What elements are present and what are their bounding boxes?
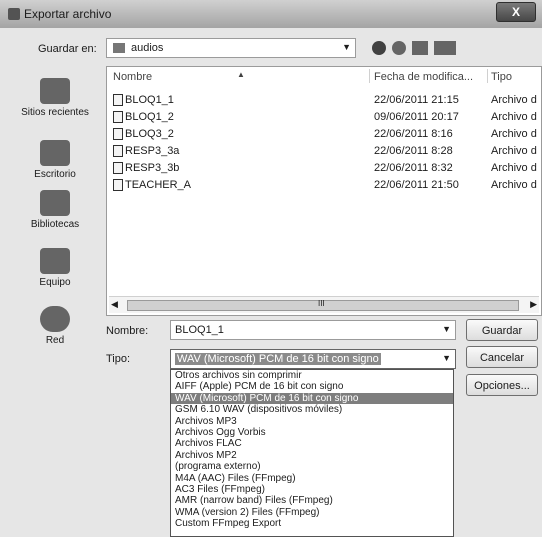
folder-icon: [113, 43, 125, 53]
scroll-thumb[interactable]: III: [127, 299, 519, 311]
chevron-down-icon[interactable]: ▼: [442, 353, 451, 363]
filetype-dropdown-list[interactable]: Otros archivos sin comprimir AIFF (Apple…: [170, 369, 454, 537]
network-icon: [40, 306, 70, 332]
filetype-option[interactable]: Otros archivos sin comprimir: [171, 370, 453, 381]
place-network[interactable]: Red: [6, 306, 104, 346]
file-type: Archivo d: [491, 145, 537, 157]
file-type: Archivo d: [491, 111, 537, 123]
chevron-down-icon: ▼: [342, 42, 351, 52]
filetype-option[interactable]: M4A (AAC) Files (FFmpeg): [171, 473, 453, 484]
audio-file-icon: [113, 128, 123, 140]
desktop-icon: [40, 140, 70, 166]
save-in-dropdown[interactable]: audios ▼: [106, 38, 356, 58]
file-row[interactable]: BLOQ1_2 09/06/2011 20:17 Archivo d: [107, 110, 541, 125]
column-name-label: Nombre: [113, 71, 153, 83]
file-list[interactable]: Nombre ▲ Fecha de modifica... Tipo BLOQ1…: [106, 66, 542, 316]
app-icon: [8, 8, 20, 20]
audio-file-icon: [113, 94, 123, 106]
column-header-date[interactable]: Fecha de modifica...: [374, 71, 473, 83]
computer-icon: [40, 248, 70, 274]
scroll-left-icon[interactable]: ◀: [111, 299, 118, 310]
chevron-down-icon[interactable]: ▼: [442, 324, 451, 334]
file-row[interactable]: RESP3_3b 22/06/2011 8:32 Archivo d: [107, 161, 541, 176]
filetype-select[interactable]: WAV (Microsoft) PCM de 16 bit con signo …: [170, 349, 456, 369]
libraries-icon: [40, 190, 70, 216]
filename-label: Nombre:: [106, 325, 149, 337]
file-name: BLOQ1_2: [125, 111, 174, 123]
horizontal-scrollbar[interactable]: ◀ III ▶: [109, 296, 539, 313]
file-name: RESP3_3a: [125, 145, 180, 157]
file-name: TEACHER_A: [125, 179, 192, 191]
file-date: 22/06/2011 21:15: [374, 94, 459, 106]
file-date: 22/06/2011 21:50: [374, 179, 459, 191]
grip-icon: III: [318, 299, 325, 308]
filetype-option-selected[interactable]: WAV (Microsoft) PCM de 16 bit con signo: [171, 392, 453, 405]
column-divider[interactable]: [369, 69, 370, 83]
filetype-label: Tipo:: [106, 353, 131, 365]
file-type: Archivo d: [491, 128, 537, 140]
scroll-right-icon[interactable]: ▶: [530, 299, 537, 310]
filename-value: BLOQ1_1: [175, 324, 224, 336]
title-bar: Exportar archivo X: [0, 0, 542, 28]
cancel-button[interactable]: Cancelar: [466, 346, 538, 368]
filetype-option[interactable]: Archivos MP2: [171, 450, 453, 461]
back-icon[interactable]: [372, 41, 386, 55]
close-icon: X: [511, 5, 520, 19]
file-row[interactable]: TEACHER_A 22/06/2011 21:50 Archivo d: [107, 178, 541, 193]
filetype-option[interactable]: Archivos FLAC: [171, 438, 453, 449]
file-date: 22/06/2011 8:16: [374, 128, 453, 140]
place-label: Equipo: [39, 277, 71, 288]
window-title: Exportar archivo: [24, 7, 112, 21]
file-date: 09/06/2011 20:17: [374, 111, 459, 123]
sort-up-icon: ▲: [237, 70, 245, 79]
filetype-option[interactable]: Archivos MP3: [171, 416, 453, 427]
file-date: 22/06/2011 8:32: [374, 162, 453, 174]
audio-file-icon: [113, 162, 123, 174]
save-button[interactable]: Guardar: [466, 319, 538, 341]
file-row[interactable]: BLOQ3_2 22/06/2011 8:16 Archivo d: [107, 127, 541, 142]
place-libraries[interactable]: Bibliotecas: [6, 190, 104, 230]
audio-file-icon: [113, 179, 123, 191]
place-recent[interactable]: Sitios recientes: [6, 78, 104, 118]
column-header-name[interactable]: Nombre ▲: [113, 70, 245, 83]
filename-input[interactable]: BLOQ1_1 ▼: [170, 320, 456, 340]
views-menu-icon[interactable]: [434, 41, 456, 55]
audio-file-icon: [113, 145, 123, 157]
filetype-option[interactable]: Archivos Ogg Vorbis: [171, 427, 453, 438]
place-desktop[interactable]: Escritorio: [6, 140, 104, 180]
up-folder-icon[interactable]: [392, 41, 406, 55]
file-row[interactable]: BLOQ1_1 22/06/2011 21:15 Archivo d: [107, 93, 541, 108]
place-label: Bibliotecas: [30, 219, 80, 230]
filetype-value: WAV (Microsoft) PCM de 16 bit con signo: [175, 353, 381, 365]
file-type: Archivo d: [491, 94, 537, 106]
file-name: BLOQ3_2: [125, 128, 174, 140]
filetype-option[interactable]: WMA (version 2) Files (FFmpeg): [171, 507, 453, 518]
save-in-label: Guardar en:: [38, 43, 97, 55]
filetype-option[interactable]: AIFF (Apple) PCM de 16 bit con signo: [171, 381, 453, 392]
file-name: RESP3_3b: [125, 162, 180, 174]
place-label: Escritorio: [34, 169, 76, 180]
file-date: 22/06/2011 8:28: [374, 145, 453, 157]
audio-file-icon: [113, 111, 123, 123]
recent-places-icon: [40, 78, 70, 104]
place-computer[interactable]: Equipo: [6, 248, 104, 288]
file-type: Archivo d: [491, 162, 537, 174]
place-label: Red: [45, 335, 65, 346]
options-button[interactable]: Opciones...: [466, 374, 538, 396]
new-folder-icon[interactable]: [412, 41, 428, 55]
file-type: Archivo d: [491, 179, 537, 191]
file-name: BLOQ1_1: [125, 94, 174, 106]
filetype-option[interactable]: Custom FFmpeg Export: [171, 518, 453, 529]
close-button[interactable]: X: [496, 2, 536, 22]
place-label: Sitios recientes: [21, 107, 89, 118]
filetype-option[interactable]: GSM 6.10 WAV (dispositivos móviles): [171, 404, 453, 415]
column-header-type[interactable]: Tipo: [491, 71, 512, 83]
filetype-option[interactable]: (programa externo): [171, 461, 453, 472]
column-divider[interactable]: [487, 69, 488, 83]
save-in-value: audios: [131, 42, 164, 54]
file-row[interactable]: RESP3_3a 22/06/2011 8:28 Archivo d: [107, 144, 541, 159]
filetype-option[interactable]: AMR (narrow band) Files (FFmpeg): [171, 495, 453, 506]
filetype-option[interactable]: AC3 Files (FFmpeg): [171, 484, 453, 495]
